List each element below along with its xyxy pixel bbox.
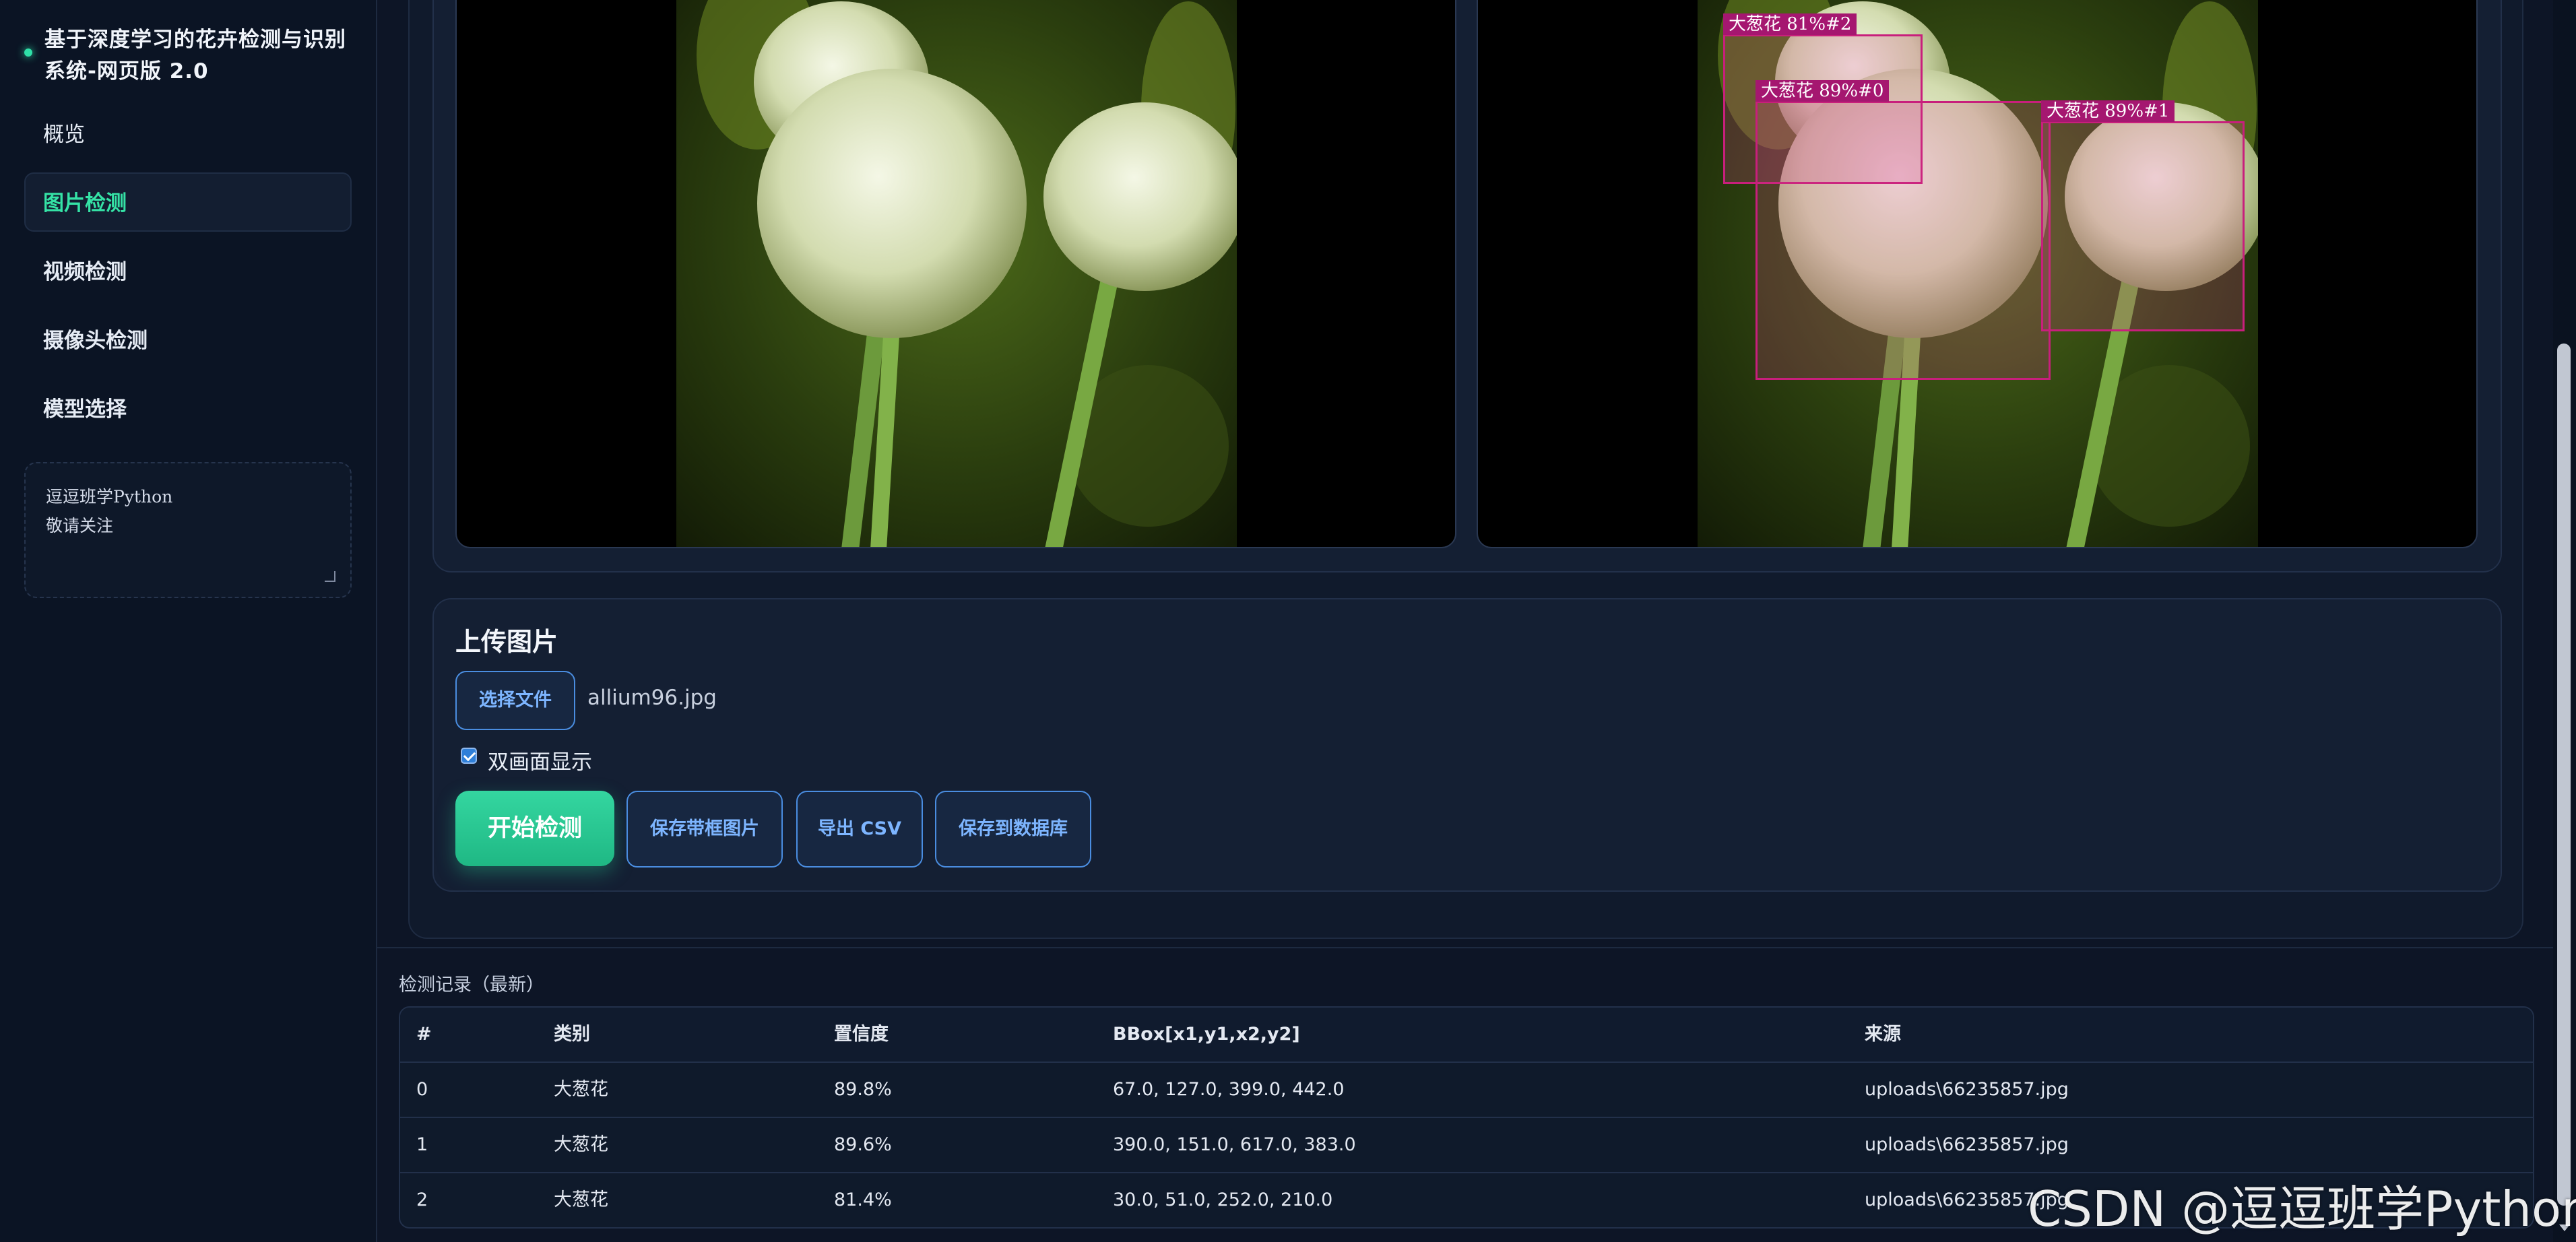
- table-row: 1 大葱花 89.6% 390.0, 151.0, 617.0, 383.0 u…: [400, 1118, 2533, 1173]
- page-scrollbar[interactable]: [2553, 0, 2576, 1242]
- nav-item-model-selection[interactable]: 模型选择: [24, 379, 352, 438]
- table-row: 0 大葱花 89.8% 67.0, 127.0, 399.0, 442.0 up…: [400, 1063, 2533, 1118]
- note-textarea[interactable]: 逗逗班学Python 敬请关注: [24, 462, 352, 598]
- save-boxed-image-button[interactable]: 保存带框图片: [626, 791, 783, 868]
- detection-label-0: 大葱花 89%#0: [1756, 80, 1890, 102]
- status-dot-icon: [24, 48, 32, 57]
- detection-box-0: 大葱花 89%#0: [1756, 80, 2051, 380]
- cell-source: uploads\66235857.jpg: [1865, 1079, 2069, 1100]
- column-header-source: 来源: [1865, 1024, 1901, 1045]
- detection-box-1: 大葱花 89%#1: [2041, 100, 2245, 331]
- cell-index: 0: [416, 1079, 428, 1100]
- selected-file-name: allium96.jpg: [587, 686, 717, 710]
- section-divider: [376, 947, 2576, 948]
- original-flower-image: [676, 0, 1237, 547]
- cell-confidence: 81.4%: [834, 1189, 892, 1210]
- column-header-index: #: [416, 1024, 432, 1045]
- detection-label-1: 大葱花 89%#1: [2041, 100, 2175, 122]
- original-image-frame: [455, 0, 1456, 548]
- resize-grip-icon[interactable]: [325, 571, 335, 582]
- column-header-confidence: 置信度: [834, 1024, 889, 1045]
- dual-view-label[interactable]: 双画面显示: [488, 745, 592, 775]
- watermark: CSDN @逗逗班学Python: [2028, 1181, 2576, 1237]
- cell-bbox: 67.0, 127.0, 399.0, 442.0: [1113, 1079, 1345, 1100]
- app-title: 基于深度学习的花卉检测与识别系统-网页版 2.0: [44, 28, 346, 84]
- nav-item-video-detection[interactable]: 视频检测: [24, 241, 352, 300]
- cell-bbox: 390.0, 151.0, 617.0, 383.0: [1113, 1134, 1356, 1155]
- cell-confidence: 89.8%: [834, 1079, 892, 1100]
- nav-item-overview[interactable]: 概览: [24, 104, 352, 163]
- dual-view-checkbox[interactable]: [461, 748, 477, 764]
- note-line-1: 逗逗班学Python: [46, 487, 173, 506]
- brand: 基于深度学习的花卉检测与识别系统-网页版 2.0: [24, 24, 361, 88]
- cell-index: 1: [416, 1134, 428, 1155]
- records-title: 检测记录（最新）: [399, 975, 544, 995]
- nav-item-camera-detection[interactable]: 摄像头检测: [24, 310, 352, 369]
- cell-class: 大葱花: [554, 1079, 608, 1100]
- column-header-bbox: BBox[x1,y1,x2,y2]: [1113, 1024, 1300, 1045]
- cell-class: 大葱花: [554, 1189, 608, 1210]
- cell-index: 2: [416, 1189, 428, 1210]
- cell-bbox: 30.0, 51.0, 252.0, 210.0: [1113, 1189, 1333, 1210]
- sidebar-nav: 概览 图片检测 视频检测 摄像头检测 模型选择: [24, 104, 352, 447]
- detection-label-2: 大葱花 81%#2: [1723, 13, 1857, 35]
- save-to-database-button[interactable]: 保存到数据库: [935, 791, 1091, 868]
- cell-source: uploads\66235857.jpg: [1865, 1134, 2069, 1155]
- scrollbar-thumb[interactable]: [2557, 344, 2571, 1206]
- export-csv-button[interactable]: 导出 CSV: [796, 791, 923, 868]
- upload-title: 上传图片: [455, 627, 558, 657]
- nav-item-image-detection[interactable]: 图片检测: [24, 172, 352, 232]
- sidebar: 基于深度学习的花卉检测与识别系统-网页版 2.0 概览 图片检测 视频检测 摄像…: [0, 0, 377, 1242]
- table-header-row: # 类别 置信度 BBox[x1,y1,x2,y2] 来源: [400, 1008, 2533, 1063]
- cell-class: 大葱花: [554, 1134, 608, 1155]
- result-image-frame: 大葱花 81%#2 大葱花 89%#0 大葱花 89%#1: [1477, 0, 2478, 548]
- column-header-class: 类别: [554, 1024, 590, 1045]
- choose-file-button[interactable]: 选择文件: [455, 671, 575, 730]
- cell-confidence: 89.6%: [834, 1134, 892, 1155]
- start-detection-button[interactable]: 开始检测: [455, 791, 614, 866]
- note-line-2: 敬请关注: [46, 516, 114, 535]
